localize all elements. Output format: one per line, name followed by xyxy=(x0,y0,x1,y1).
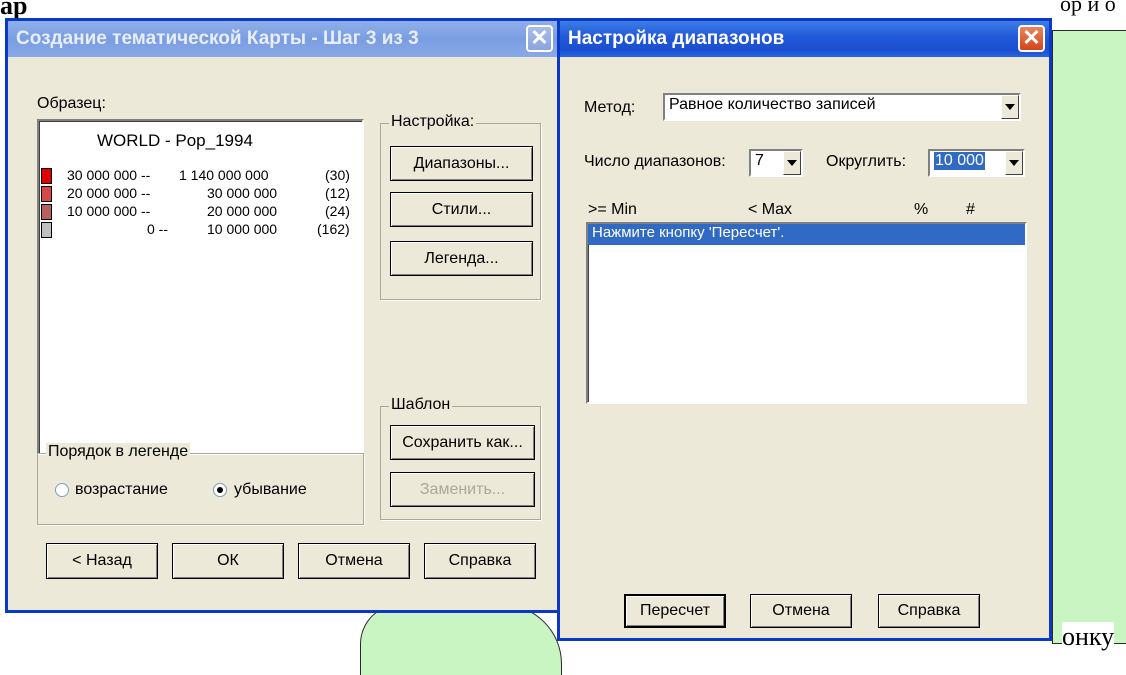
legend-row-from: 20 000 000 -- xyxy=(67,185,151,201)
round-label: Округлить: xyxy=(826,153,907,170)
legend-row: 0 -- 10 000 000 (162) xyxy=(39,221,359,239)
ranges-settings-window: Настройка диапазонов ✕ Метод: Равное кол… xyxy=(557,18,1052,641)
legend-button[interactable]: Легенда... xyxy=(390,241,533,276)
ranges-help-button[interactable]: Справка xyxy=(878,594,980,628)
range-count-dropdown[interactable]: 7 xyxy=(749,149,803,177)
column-header-count: # xyxy=(966,201,975,218)
ranges-cancel-button[interactable]: Отмена xyxy=(750,594,852,628)
legend-row-count: (162) xyxy=(317,221,350,237)
order-descending-label[interactable]: убывание xyxy=(234,481,307,499)
sample-label: Образец: xyxy=(37,95,106,112)
legend-swatch xyxy=(41,222,52,238)
column-header-percent: % xyxy=(914,201,929,218)
map-land-right xyxy=(1052,30,1126,644)
legend-row-count: (24) xyxy=(325,203,350,219)
round-value: 10 000 xyxy=(934,152,985,170)
settings-group-label: Настройка: xyxy=(389,113,477,131)
chevron-down-icon[interactable] xyxy=(783,151,801,175)
map-land-bottom xyxy=(360,604,562,675)
background-text-top-right: ор и о xyxy=(1060,0,1116,16)
chevron-down-icon[interactable] xyxy=(1005,151,1023,175)
replace-button[interactable]: Заменить... xyxy=(390,472,535,507)
thematic-map-wizard-window: Создание тематической Карты - Шаг 3 из 3… xyxy=(5,18,560,613)
legend-swatch xyxy=(41,168,52,184)
range-count-value: 7 xyxy=(755,152,764,169)
chevron-down-icon[interactable] xyxy=(1001,95,1019,119)
column-header-max: < Max xyxy=(748,201,793,218)
order-ascending-radio[interactable] xyxy=(55,483,69,497)
legend-preview: WORLD - Pop_1994 30 000 000 -- 1 140 000… xyxy=(37,119,364,455)
ranges-list[interactable]: Нажмите кнопку 'Пересчет'. xyxy=(586,222,1027,404)
ranges-list-message[interactable]: Нажмите кнопку 'Пересчет'. xyxy=(588,224,1025,245)
method-value: Равное количество записей xyxy=(669,96,876,113)
ranges-title: Настройка диапазонов xyxy=(568,28,785,49)
method-label: Метод: xyxy=(584,99,636,116)
legend-row-from: 0 -- xyxy=(147,221,168,237)
legend-row: 30 000 000 -- 1 140 000 000 (30) xyxy=(39,167,359,185)
ranges-button[interactable]: Диапазоны... xyxy=(390,146,533,181)
save-as-button[interactable]: Сохранить как... xyxy=(390,425,535,460)
ranges-close-icon[interactable]: ✕ xyxy=(1018,25,1045,52)
ok-button[interactable]: ОК xyxy=(172,543,284,579)
recalculate-button[interactable]: Пересчет xyxy=(624,594,726,628)
round-dropdown[interactable]: 10 000 xyxy=(928,149,1025,177)
ranges-title-bar[interactable]: Настройка диапазонов xyxy=(560,21,1049,57)
wizard-close-icon[interactable]: ✕ xyxy=(526,25,553,52)
method-dropdown[interactable]: Равное количество записей xyxy=(663,93,1021,121)
wizard-title-bar[interactable]: Создание тематической Карты - Шаг 3 из 3 xyxy=(8,21,557,57)
legend-row-to: 30 000 000 xyxy=(207,185,278,201)
radio-selected-dot xyxy=(217,487,223,493)
back-button[interactable]: < Назад xyxy=(46,543,158,579)
legend-row-count: (30) xyxy=(325,167,350,183)
legend-row: 10 000 000 -- 20 000 000 (24) xyxy=(39,203,359,221)
range-count-label: Число диапазонов: xyxy=(584,153,726,170)
legend-row-from: 10 000 000 -- xyxy=(67,203,151,219)
legend-row-to: 10 000 000 xyxy=(207,221,278,237)
help-button[interactable]: Справка xyxy=(424,543,536,579)
styles-button[interactable]: Стили... xyxy=(390,192,533,227)
legend-swatch xyxy=(41,204,52,220)
legend-row: 20 000 000 -- 30 000 000 (12) xyxy=(39,185,359,203)
legend-row-to: 20 000 000 xyxy=(207,203,278,219)
legend-swatch xyxy=(41,186,52,202)
order-ascending-label[interactable]: возрастание xyxy=(75,481,168,499)
wizard-title: Создание тематической Карты - Шаг 3 из 3 xyxy=(16,28,419,49)
legend-row-count: (12) xyxy=(325,185,350,201)
legend-preview-title: WORLD - Pop_1994 xyxy=(97,131,253,150)
order-descending-radio[interactable] xyxy=(213,483,227,497)
cancel-button[interactable]: Отмена xyxy=(298,543,410,579)
legend-row-from: 30 000 000 -- xyxy=(67,167,151,183)
legend-row-to: 1 140 000 000 xyxy=(179,167,269,183)
background-text-right: онку xyxy=(1062,622,1115,652)
legend-order-group-label: Порядок в легенде xyxy=(46,443,191,461)
column-header-min: >= Min xyxy=(588,201,637,218)
template-group-label: Шаблон xyxy=(389,396,453,414)
